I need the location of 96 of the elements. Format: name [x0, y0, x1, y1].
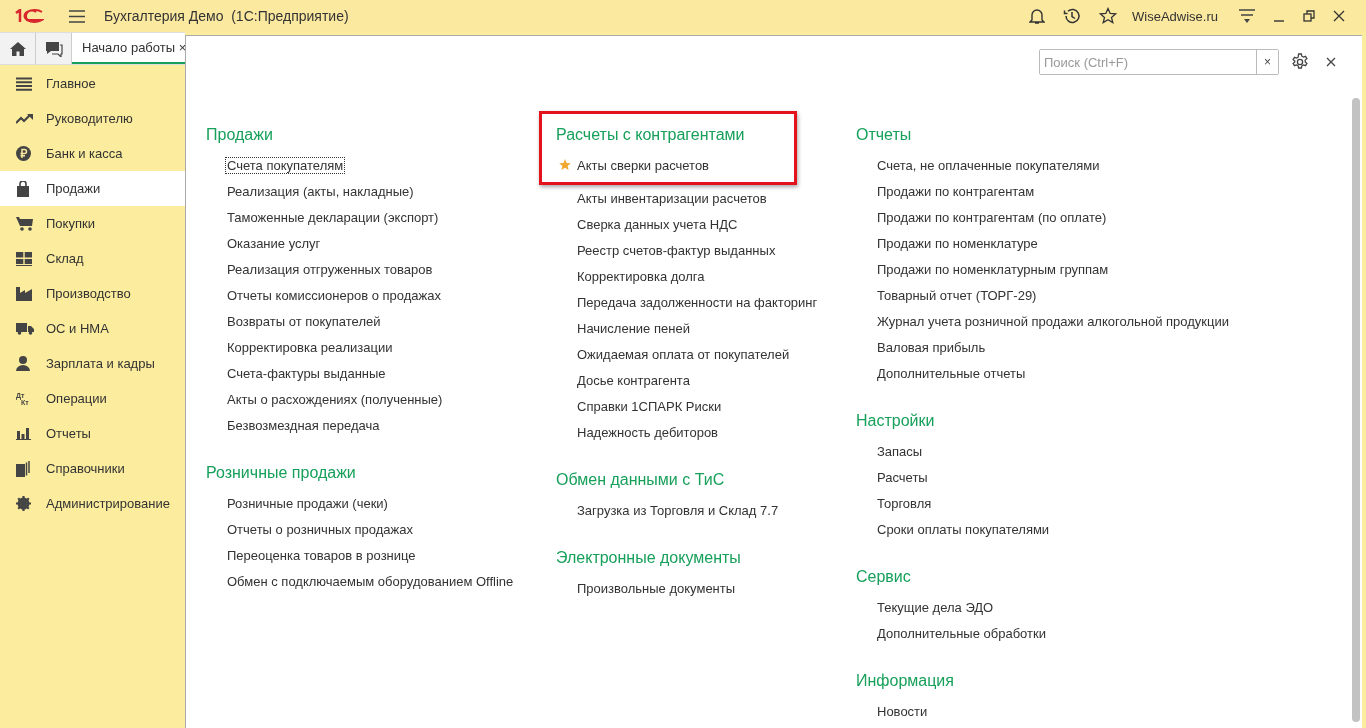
close-icon[interactable] [1326, 57, 1336, 67]
menu-link[interactable]: Переоценка товаров в рознице [225, 546, 418, 564]
clear-button[interactable]: × [1256, 50, 1278, 74]
tab[interactable]: Начало работы × [72, 33, 185, 64]
menu-link[interactable]: Корректировка долга [575, 267, 707, 285]
menu-link[interactable]: Товарный отчет (ТОРГ-29) [875, 286, 1039, 304]
menu-icon[interactable] [69, 9, 85, 23]
menu-link[interactable]: Акты сверки расчетов [575, 156, 712, 174]
settings-icon[interactable] [1291, 53, 1309, 71]
section-heading: Информация [856, 671, 955, 691]
menu-link[interactable]: Акты инвентаризации расчетов [575, 189, 769, 207]
restore-icon[interactable] [1303, 10, 1315, 22]
menu-link[interactable]: Счета-фактуры выданные [225, 364, 388, 382]
section-heading: Обмен данными с ТиС [556, 470, 726, 490]
menu-link[interactable]: Безвозмездная передача [225, 416, 382, 434]
section-heading: Настройки [856, 411, 936, 431]
logo-icon [14, 9, 44, 23]
section-heading: Сервис [856, 567, 912, 587]
sidebar-item[interactable]: Справочники [0, 451, 185, 486]
menu-link[interactable]: Реализация (акты, накладные) [225, 182, 416, 200]
truck-icon [16, 322, 34, 335]
search-field[interactable]: Поиск (Ctrl+F) × [1039, 49, 1279, 75]
menu-link[interactable]: Новости [875, 702, 930, 720]
scrollbar[interactable] [1352, 98, 1360, 722]
chat-icon [44, 40, 63, 57]
menu-link[interactable]: Таможенные декларации (экспорт) [225, 208, 441, 226]
menu-link[interactable]: Расчеты [875, 468, 930, 486]
sidebar-item[interactable]: Продажи [0, 171, 185, 206]
menu-link[interactable]: Торговля [875, 494, 934, 512]
sidebar-item[interactable]: Склад [0, 241, 185, 276]
person-icon [16, 356, 30, 371]
menu-link[interactable]: Продажи по номенклатуре [875, 234, 1040, 252]
menu-link[interactable]: Дополнительные обработки [875, 624, 1048, 642]
sidebar-item[interactable]: Администрирование [0, 486, 185, 521]
menu-link[interactable]: Загрузка из Торговля и Склад 7.7 [575, 501, 781, 519]
menu-link[interactable]: Валовая прибыль [875, 338, 988, 356]
list-icon [16, 76, 32, 91]
cart-icon [16, 216, 33, 231]
sidebar-item[interactable]: ОС и НМА [0, 311, 185, 346]
menu-link[interactable]: Надежность дебиторов [575, 423, 720, 441]
menu-link[interactable]: Продажи по контрагентам (по оплате) [875, 208, 1109, 226]
star-icon[interactable] [1099, 7, 1118, 25]
sidebar-item[interactable]: Покупки [0, 206, 185, 241]
warehouse-icon [16, 251, 32, 266]
shopping-bag-icon [16, 180, 30, 197]
ruble-coin-icon [16, 146, 31, 161]
history-icon[interactable] [1063, 7, 1082, 25]
menu-link[interactable]: Досье контрагента [575, 371, 692, 389]
menu-link[interactable]: Акты о расхождениях (полученные) [225, 390, 445, 408]
menu-link[interactable]: Реестр счетов-фактур выданных [575, 241, 778, 259]
menu-link[interactable]: Справки 1СПАРК Риски [575, 397, 724, 415]
menu-link[interactable]: Реализация отгруженных товаров [225, 260, 435, 278]
menu-link[interactable]: Сверка данных учета НДС [575, 215, 740, 233]
menu-link[interactable]: Начисление пеней [575, 319, 692, 337]
sidebar-item[interactable]: Главное [0, 66, 185, 101]
star-icon[interactable] [559, 159, 571, 171]
menu-link[interactable]: Передача задолженности на факторинг [575, 293, 820, 311]
menu-link[interactable]: Отчеты о розничных продажах [225, 520, 415, 538]
menu-link[interactable]: Оказание услуг [225, 234, 323, 252]
menu-link[interactable]: Обмен с подключаемым оборудованием Offline [225, 572, 516, 590]
menu-link[interactable]: Произвольные документы [575, 579, 738, 597]
close-icon[interactable] [1333, 10, 1345, 22]
books-icon [16, 460, 30, 477]
gear-icon [16, 496, 31, 511]
menu-link[interactable]: Продажи по номенклатурным группам [875, 260, 1111, 278]
menu-link[interactable]: Журнал учета розничной продажи алкогольной продукции [875, 312, 1231, 330]
user-name[interactable]: WiseAdwise.ru [1132, 8, 1218, 24]
filter-menu-icon[interactable] [1239, 8, 1255, 24]
sidebar-item[interactable]: Руководителю [0, 101, 185, 136]
menu-link[interactable]: Дополнительные отчеты [875, 364, 1028, 382]
menu-link[interactable]: Ожидаемая оплата от покупателей [575, 345, 792, 363]
menu-link[interactable]: Корректировка реализации [225, 338, 395, 356]
section-heading: Отчеты [856, 125, 913, 145]
menu-link[interactable]: Сроки оплаты покупателями [875, 520, 1052, 538]
sidebar-item[interactable]: Отчеты [0, 416, 185, 451]
sidebar-item[interactable]: Зарплата и кадры [0, 346, 185, 381]
sidebar-item[interactable]: Банк и касса [0, 136, 185, 171]
menu-link[interactable]: Продажи по контрагентам [875, 182, 1037, 200]
sidebar-item[interactable]: Производство [0, 276, 185, 311]
menu-link[interactable]: Счета, не оплаченные покупателями [875, 156, 1102, 174]
bar-chart-icon [16, 427, 31, 440]
menu-link[interactable]: Возвраты от покупателей [225, 312, 383, 330]
menu-link[interactable]: Счета покупателям [225, 156, 346, 174]
menu-link[interactable]: Розничные продажи (чеки) [225, 494, 390, 512]
menu-link[interactable]: Запасы [875, 442, 925, 460]
bell-icon[interactable] [1029, 7, 1046, 25]
app-title: Бухгалтерия Демо (1С:Предприятие) [104, 8, 349, 24]
section-heading: Продажи [206, 125, 274, 145]
section-heading: Электронные документы [556, 548, 742, 568]
trend-icon [16, 113, 33, 124]
menu-link[interactable]: Отчеты комиссионеров о продажах [225, 286, 443, 304]
home-icon [9, 41, 26, 56]
section-heading: Розничные продажи [206, 463, 357, 483]
menu-link[interactable]: Текущие дела ЭДО [875, 598, 996, 616]
factory-icon [16, 286, 32, 301]
section-heading: Расчеты с контрагентами [556, 125, 746, 145]
